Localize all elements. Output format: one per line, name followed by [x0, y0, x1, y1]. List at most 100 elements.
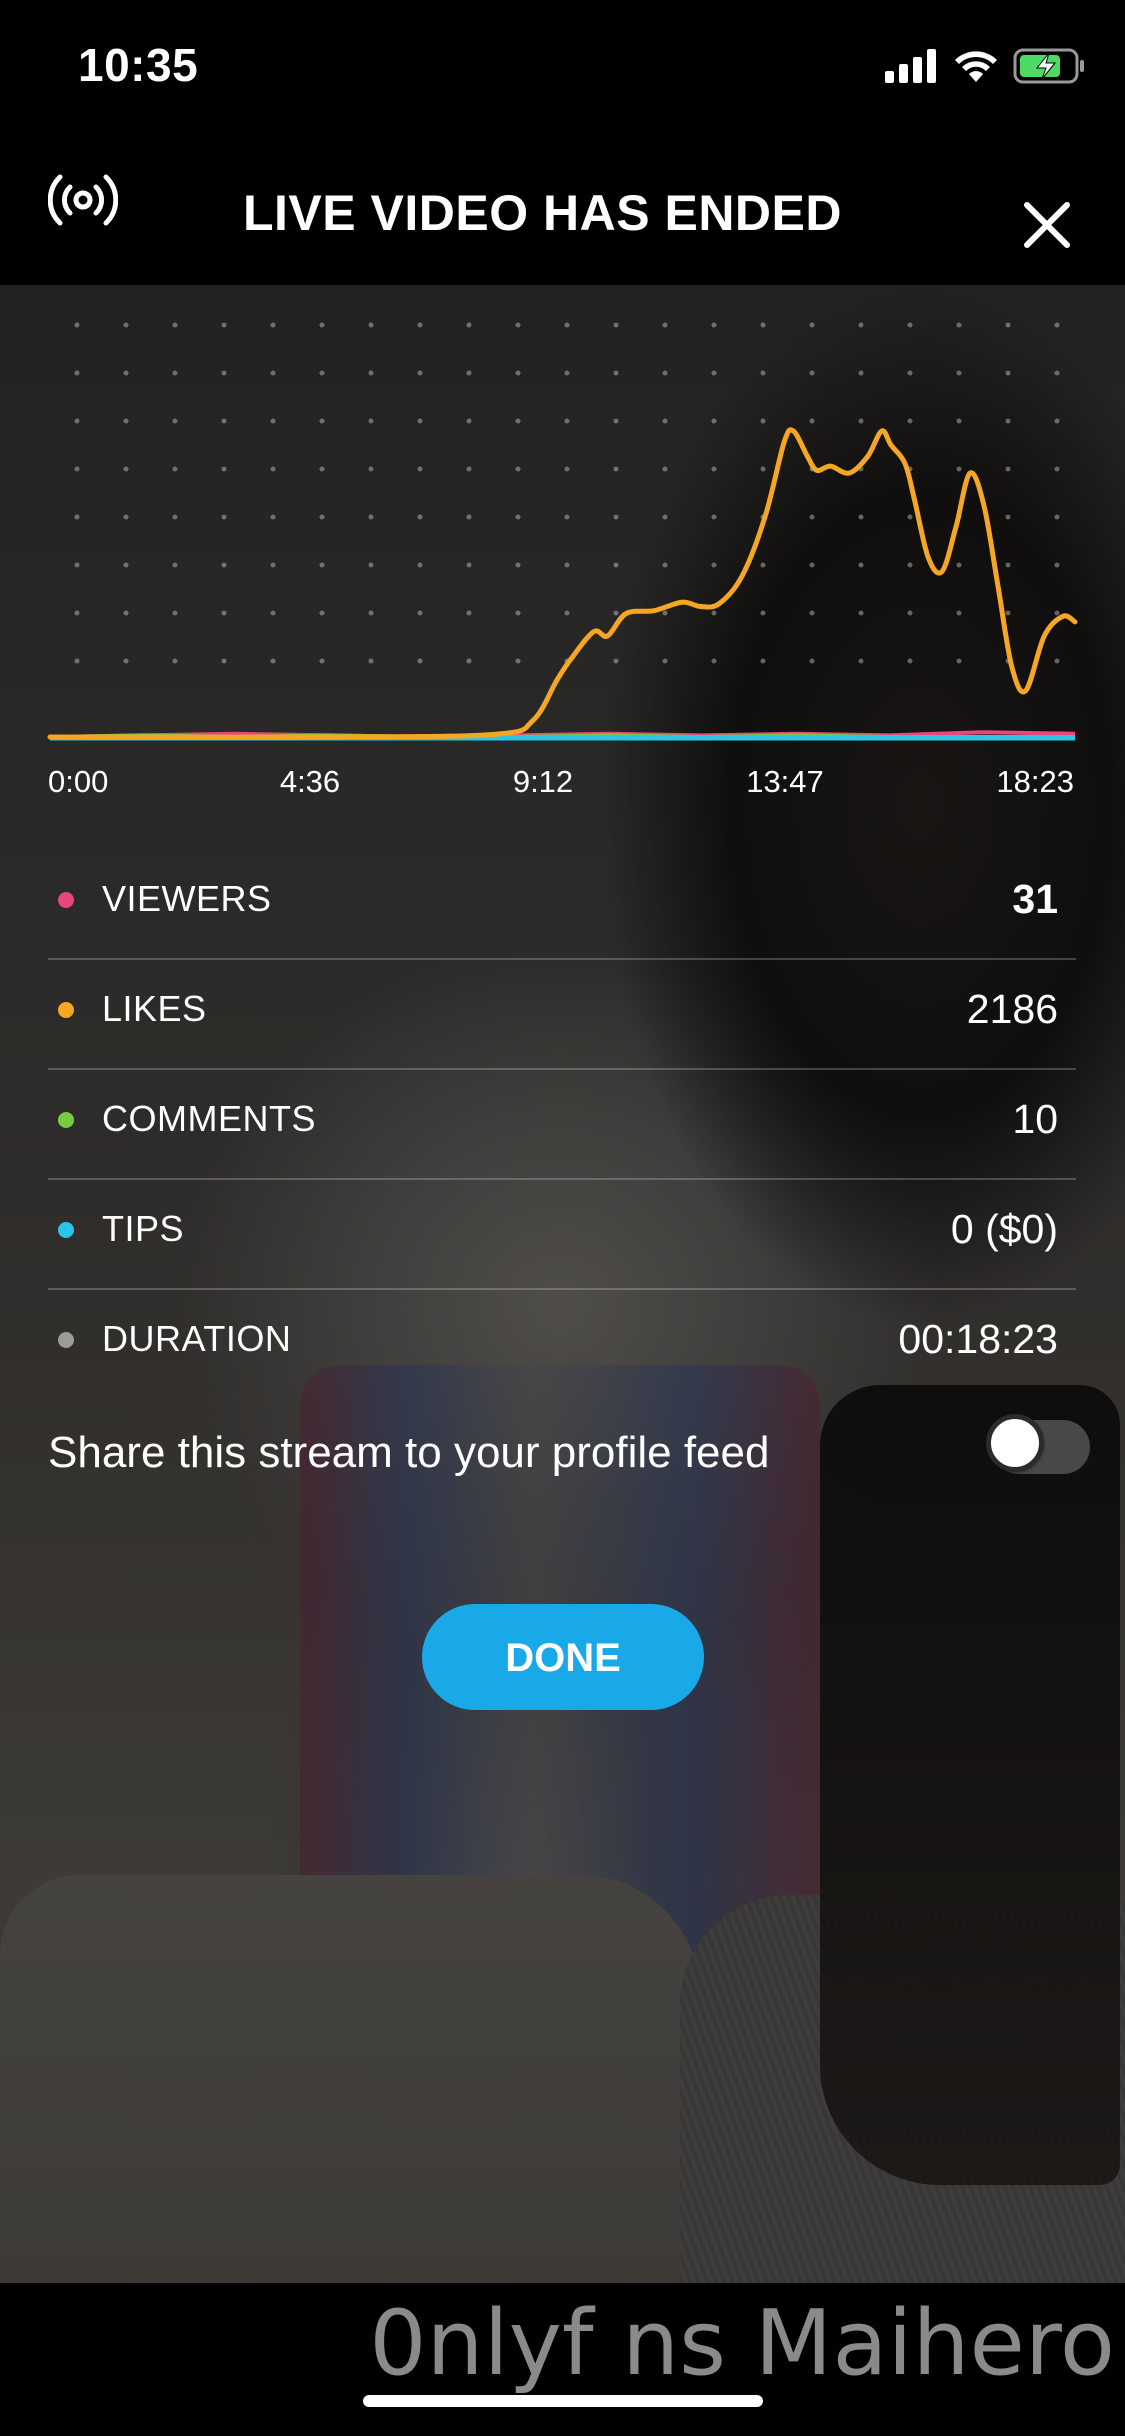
grid-dot [907, 514, 913, 520]
grid-dot [564, 562, 570, 568]
series-line-likes [47, 427, 1078, 740]
grid-dot [956, 610, 962, 616]
stat-row-tips: TIPS 0 ($0) [48, 1180, 1076, 1290]
grid-dot [74, 658, 80, 664]
grid-dot [123, 562, 129, 568]
grid-dot [368, 514, 374, 520]
grid-dot [1054, 466, 1060, 472]
header: LIVE VIDEO HAS ENDED [0, 140, 1125, 285]
grid-dot [564, 322, 570, 328]
grid-dot [270, 418, 276, 424]
grid-dot [662, 466, 668, 472]
grid-dot [221, 514, 227, 520]
grid-dot [270, 658, 276, 664]
grid-dot [1054, 322, 1060, 328]
grid-dot [760, 370, 766, 376]
grid-dot [1005, 466, 1011, 472]
grid-dot [809, 370, 815, 376]
grid-dot [1005, 610, 1011, 616]
grid-dot [858, 370, 864, 376]
grid-dot [956, 322, 962, 328]
grid-dot [270, 514, 276, 520]
grid-dot [564, 514, 570, 520]
watermark-text: 0nlyf ns Maihero [369, 2291, 1115, 2396]
grid-dot [858, 418, 864, 424]
grid-dot [368, 610, 374, 616]
grid-dot [907, 562, 913, 568]
grid-dot [123, 370, 129, 376]
grid-dot [956, 658, 962, 664]
grid-dot [662, 370, 668, 376]
grid-dot [613, 610, 619, 616]
grid-dot [172, 658, 178, 664]
close-icon[interactable] [1017, 195, 1077, 255]
grid-dot [172, 322, 178, 328]
grid-dot [221, 466, 227, 472]
page-title: LIVE VIDEO HAS ENDED [243, 185, 842, 241]
grid-dot [417, 610, 423, 616]
grid-dot [270, 322, 276, 328]
x-tick-label: 9:12 [513, 764, 573, 799]
grid-dot [1054, 418, 1060, 424]
grid-dot [74, 370, 80, 376]
grid-dot [466, 466, 472, 472]
share-to-feed-label: Share this stream to your profile feed [48, 1428, 770, 1477]
grid-dot [368, 322, 374, 328]
grid-dot [417, 466, 423, 472]
stat-value: 00:18:23 [898, 1316, 1058, 1362]
share-to-feed-toggle[interactable] [986, 1414, 1090, 1474]
grid-dot [809, 562, 815, 568]
stat-label: VIEWERS [102, 878, 272, 919]
grid-dot [1054, 562, 1060, 568]
status-icons [885, 48, 1085, 84]
grid-dot [956, 370, 962, 376]
stats-list: VIEWERS 31 LIKES 2186 COMMENTS 10 TIPS 0… [48, 850, 1076, 1398]
grid-dot [74, 610, 80, 616]
grid-dot [466, 562, 472, 568]
grid-dot [515, 610, 521, 616]
stat-row-comments: COMMENTS 10 [48, 1070, 1076, 1180]
grid-dot [564, 370, 570, 376]
status-time: 10:35 [78, 39, 199, 91]
grid-dot [564, 610, 570, 616]
stat-value: 31 [1012, 876, 1058, 922]
grid-dot [564, 418, 570, 424]
grid-dot [613, 562, 619, 568]
grid-dot [613, 322, 619, 328]
grid-dot [74, 562, 80, 568]
grid-dot [564, 466, 570, 472]
grid-dot [123, 466, 129, 472]
grid-dot [956, 418, 962, 424]
grid-dot [1054, 658, 1060, 664]
grid-dot [319, 322, 325, 328]
grid-dot [466, 610, 472, 616]
grid-dot [417, 322, 423, 328]
stat-value: 0 ($0) [950, 1206, 1058, 1252]
grid-dot [466, 514, 472, 520]
home-indicator[interactable] [363, 2395, 763, 2407]
grid-dot [711, 418, 717, 424]
stat-value: 2186 [966, 986, 1058, 1032]
grid-dot [123, 418, 129, 424]
grid-dot [662, 322, 668, 328]
grid-dot [515, 370, 521, 376]
grid-dot [613, 514, 619, 520]
comments-legend-dot [58, 1112, 74, 1128]
stat-row-viewers: VIEWERS 31 [48, 850, 1076, 960]
grid-dot [515, 418, 521, 424]
grid-dot [172, 514, 178, 520]
grid-dot [760, 658, 766, 664]
done-button[interactable]: DONE [422, 1604, 704, 1710]
stream-stats-chart: 0:00 4:36 9:12 13:47 18:23 [0, 285, 1125, 830]
stat-label: TIPS [102, 1208, 185, 1249]
grid-dot [74, 322, 80, 328]
grid-dot [319, 466, 325, 472]
grid-dot [662, 562, 668, 568]
grid-dot [907, 610, 913, 616]
grid-dot [907, 370, 913, 376]
grid-dot [760, 322, 766, 328]
stat-row-likes: LIKES 2186 [48, 960, 1076, 1070]
wifi-icon [955, 51, 997, 82]
grid-dot [221, 322, 227, 328]
grid-dot [74, 418, 80, 424]
